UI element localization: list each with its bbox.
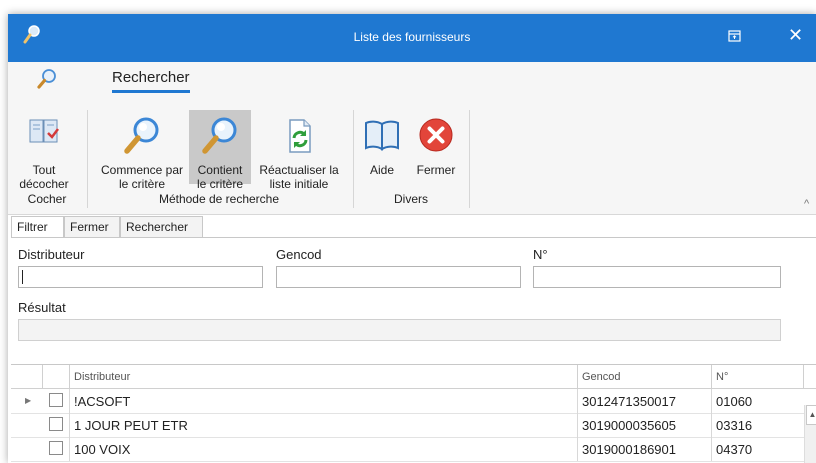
help-label: Aide <box>369 163 395 177</box>
tab-fermer[interactable]: Fermer <box>64 216 120 238</box>
suppliers-grid: Distributeur Gencod N° ▶ !ACSOFT 3012471… <box>11 364 816 463</box>
help-button[interactable]: Aide <box>360 116 404 177</box>
gencod-label: Gencod <box>276 247 322 262</box>
filter-panel: Distributeur Gencod N° Résultat <box>11 237 816 354</box>
title-bar: Liste des fournisseurs ✕ <box>8 14 816 62</box>
ribbon-tab-rechercher[interactable]: Rechercher <box>112 69 190 93</box>
gencod-input[interactable] <box>276 266 521 288</box>
window-title: Liste des fournisseurs <box>353 30 471 44</box>
header-gencod[interactable]: Gencod <box>577 365 711 388</box>
group-separator <box>353 110 354 208</box>
starts-with-label-1: Commence par <box>100 163 184 177</box>
magnifier-icon[interactable] <box>36 68 58 93</box>
refresh-label-2: liste initiale <box>269 177 329 191</box>
app-window: Liste des fournisseurs ✕ Rechercher Tout… <box>8 14 816 463</box>
cell-number: 03316 <box>711 413 804 437</box>
cell-number: 01060 <box>711 389 804 413</box>
header-number[interactable]: N° <box>711 365 804 388</box>
table-row[interactable]: 100 VOIX 3019000186901 04370 <box>11 437 816 462</box>
tab-filtrer[interactable]: Filtrer <box>11 216 64 238</box>
number-input[interactable] <box>533 266 781 288</box>
contains-label-1: Contient <box>197 163 243 177</box>
refresh-list-button[interactable]: Réactualiser la liste initiale <box>251 116 347 191</box>
cell-gencod: 3019000035605 <box>577 413 711 437</box>
scroll-up-icon[interactable]: ▲ <box>806 405 816 425</box>
uncheck-list-icon <box>12 116 76 151</box>
ribbon: Rechercher Tout décocher Commence par le… <box>8 62 816 215</box>
vertical-scrollbar[interactable]: ▲ <box>804 405 816 463</box>
starts-with-button[interactable]: Commence par le critère <box>94 116 190 191</box>
restore-window-icon[interactable] <box>728 30 742 46</box>
number-label: N° <box>533 247 548 262</box>
distributor-input[interactable] <box>18 266 263 288</box>
text-cursor <box>22 270 23 284</box>
row-checkbox[interactable] <box>49 441 63 455</box>
red-x-icon <box>412 116 460 157</box>
header-distributor[interactable]: Distributeur <box>69 365 577 388</box>
refresh-document-icon <box>251 116 347 159</box>
grid-header: Distributeur Gencod N° <box>11 365 816 389</box>
table-row[interactable]: ▶ !ACSOFT 3012471350017 01060 <box>11 389 816 414</box>
cell-gencod: 3012471350017 <box>577 389 711 413</box>
row-checkbox[interactable] <box>49 417 63 431</box>
book-icon <box>360 116 404 157</box>
close-window-icon[interactable]: ✕ <box>788 25 803 45</box>
refresh-label-1: Réactualiser la <box>259 163 339 177</box>
result-field <box>18 319 781 341</box>
contains-label-2: le critère <box>196 177 243 191</box>
distributor-label: Distributeur <box>18 247 85 262</box>
contains-button[interactable]: Contient le critère <box>189 110 251 191</box>
result-label: Résultat <box>18 300 66 315</box>
close-label: Fermer <box>416 163 456 177</box>
group-label-check: Cocher <box>27 192 67 206</box>
close-button[interactable]: Fermer <box>412 116 460 177</box>
group-separator <box>469 110 470 208</box>
table-row[interactable]: 1 JOUR PEUT ETR 3019000035605 03316 <box>11 413 816 438</box>
uncheck-all-label-2: décocher <box>19 177 69 191</box>
group-label-misc: Divers <box>393 192 428 206</box>
row-checkbox[interactable] <box>49 393 63 407</box>
cell-distributor: 100 VOIX <box>69 437 577 461</box>
group-separator <box>87 110 88 208</box>
tab-rechercher[interactable]: Rechercher <box>120 216 203 238</box>
row-indicator-icon: ▶ <box>25 396 32 405</box>
collapse-ribbon-icon[interactable]: ^ <box>804 198 809 210</box>
magnifier-icon <box>189 116 251 159</box>
cell-distributor: !ACSOFT <box>69 389 577 413</box>
cell-number: 04370 <box>711 437 804 461</box>
magnifier-icon <box>94 116 190 159</box>
uncheck-all-button[interactable]: Tout décocher <box>12 116 76 191</box>
header-check-column[interactable] <box>42 365 69 388</box>
group-label-search-method: Méthode de recherche <box>158 192 280 206</box>
uncheck-all-label-1: Tout <box>32 163 56 177</box>
cell-gencod: 3019000186901 <box>577 437 711 461</box>
cell-distributor: 1 JOUR PEUT ETR <box>69 413 577 437</box>
starts-with-label-2: le critère <box>118 177 165 191</box>
